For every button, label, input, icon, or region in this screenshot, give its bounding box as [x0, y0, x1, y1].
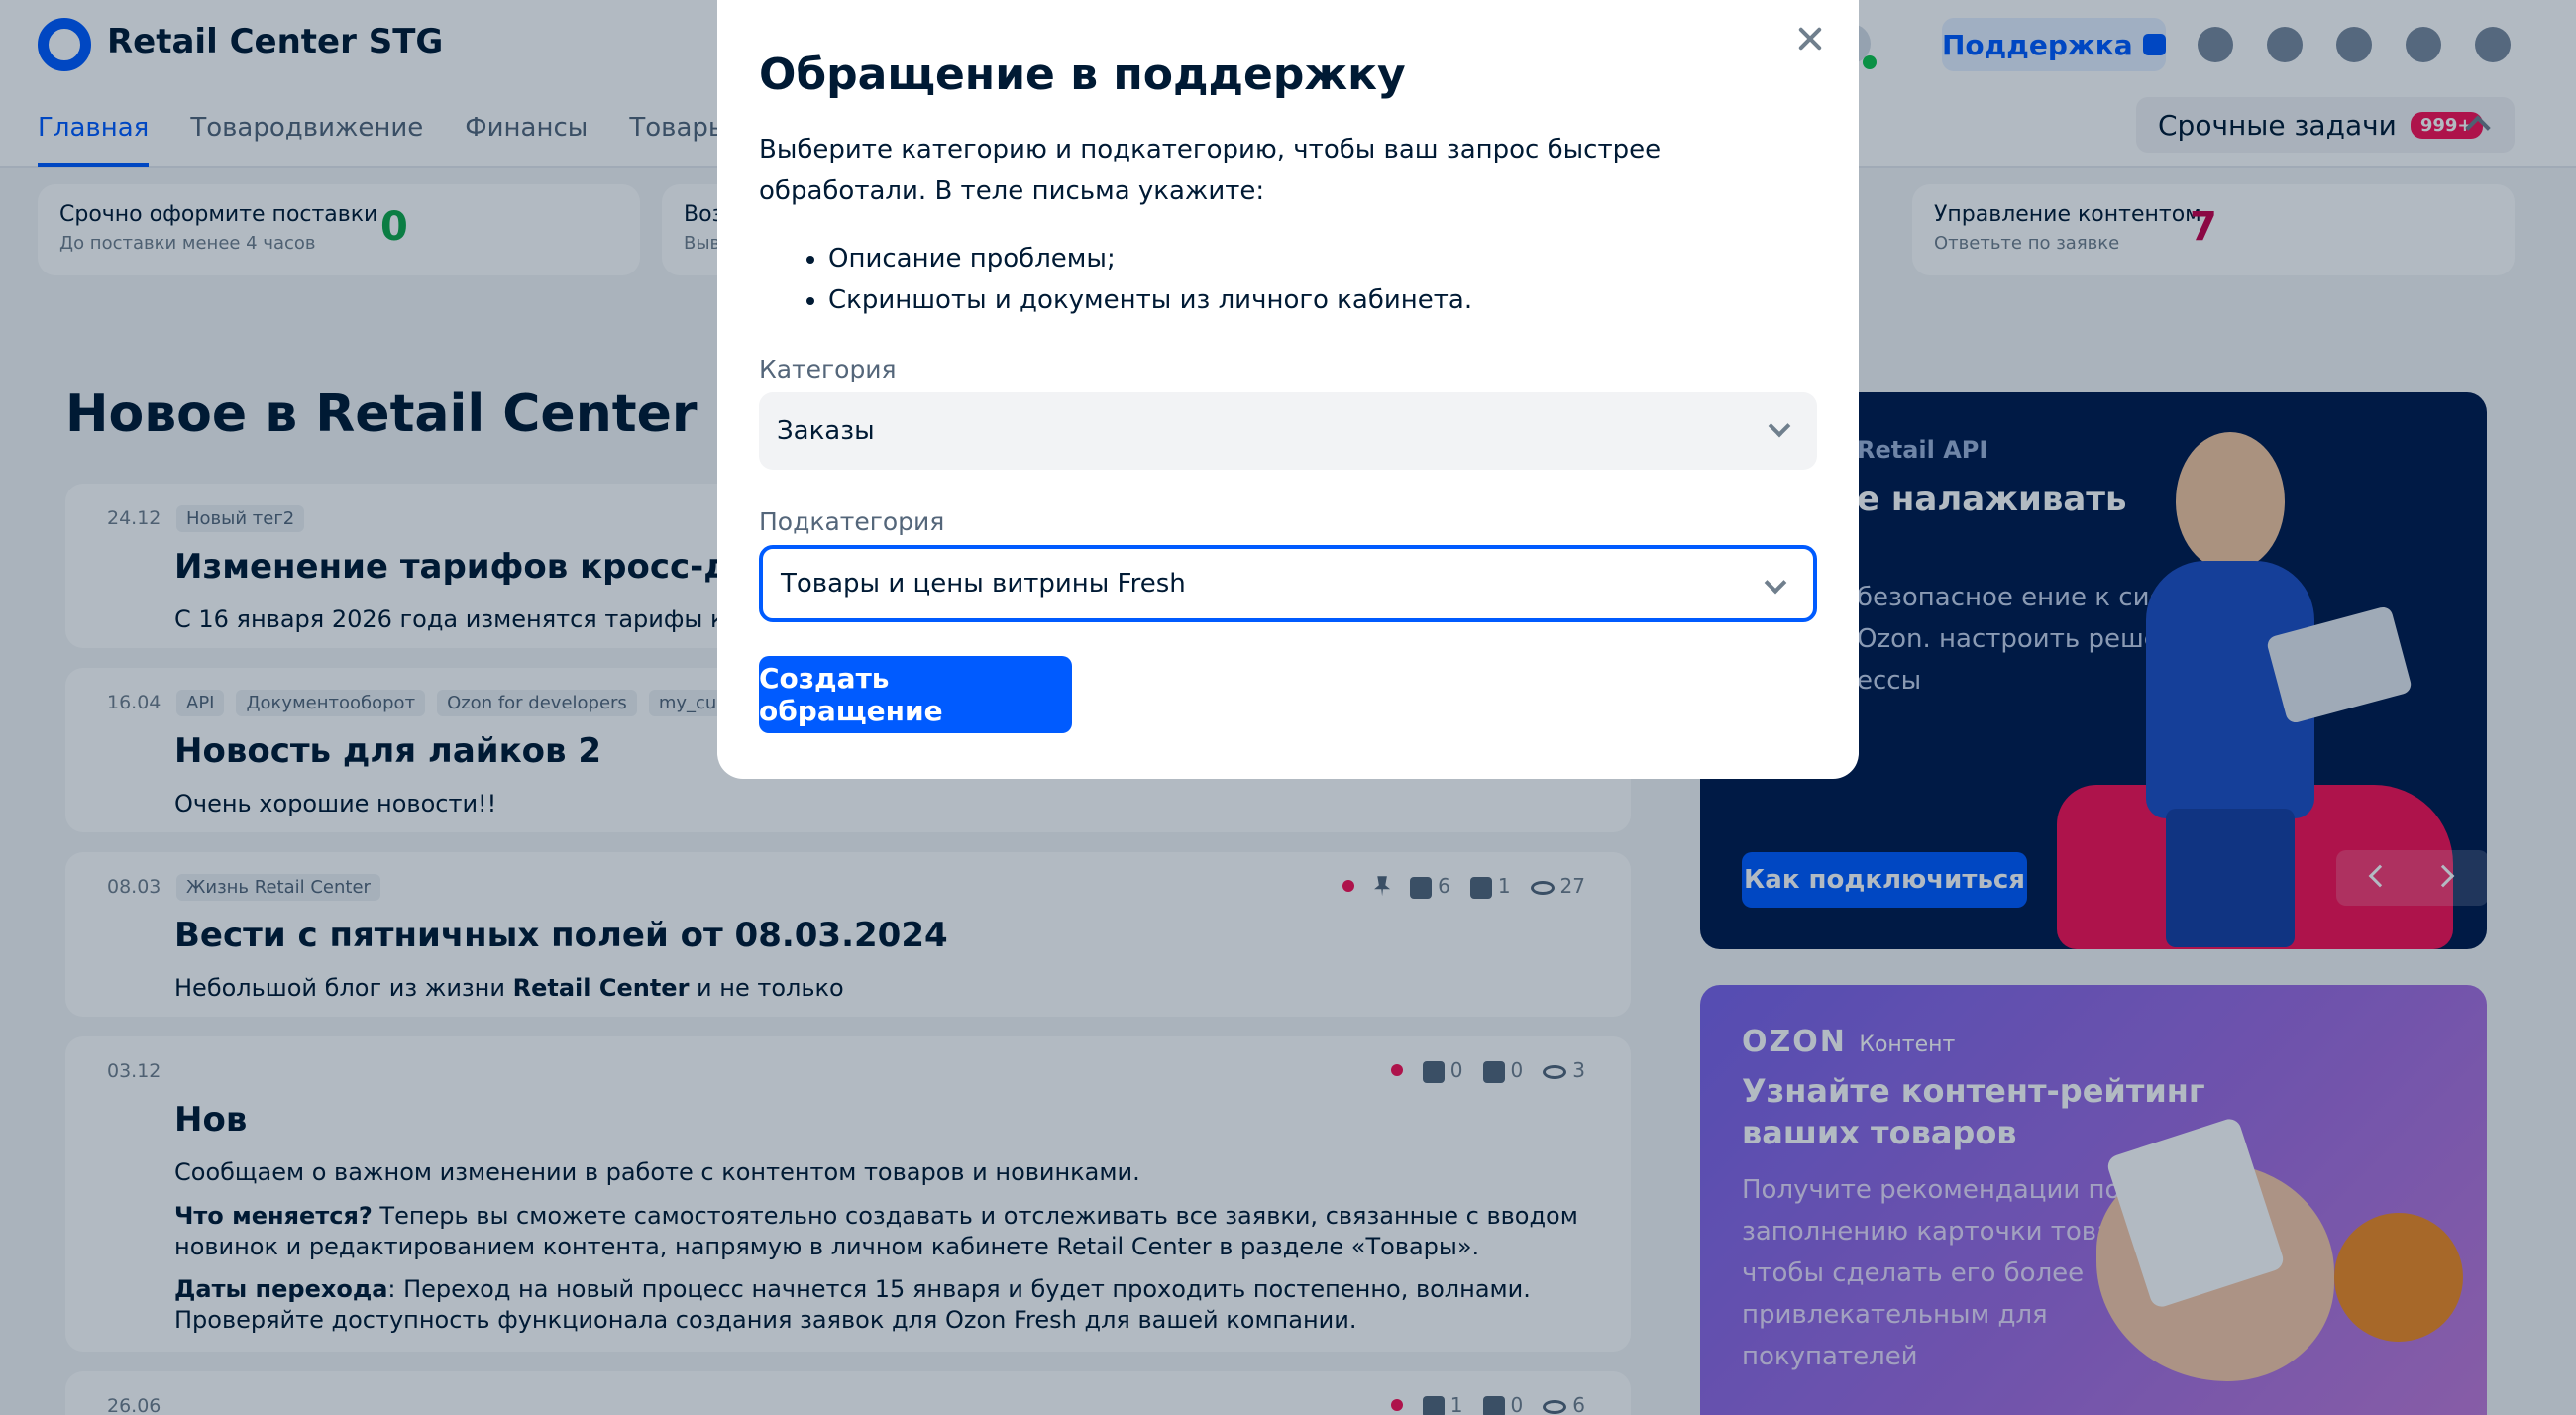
modal-description: Выберите категорию и подкатегорию, чтобы…: [759, 135, 1662, 206]
bullet-item: Описание проблемы;: [828, 238, 1472, 279]
bullet-item: Скриншоты и документы из личного кабинет…: [828, 279, 1472, 321]
subcategory-select[interactable]: Товары и цены витрины Fresh: [759, 545, 1817, 622]
subcategory-value: Товары и цены витрины Fresh: [781, 569, 1186, 599]
chevron-down-icon: [1768, 414, 1791, 438]
subcategory-label: Подкатегория: [759, 507, 945, 536]
modal-bullets: Описание проблемы; Скриншоты и документы…: [828, 238, 1472, 321]
chevron-down-icon: [1764, 571, 1787, 595]
modal-title: Обращение в поддержку: [759, 50, 1406, 100]
support-request-modal: Обращение в поддержку Выберите категорию…: [717, 0, 1859, 779]
category-select[interactable]: Заказы: [759, 392, 1817, 470]
category-value: Заказы: [777, 416, 875, 446]
category-label: Категория: [759, 355, 897, 383]
create-request-button[interactable]: Создать обращение: [759, 656, 1072, 733]
close-icon[interactable]: [1795, 24, 1825, 54]
category-fields: Категория Заказы Подкатегория Товары и ц…: [745, 341, 1837, 632]
